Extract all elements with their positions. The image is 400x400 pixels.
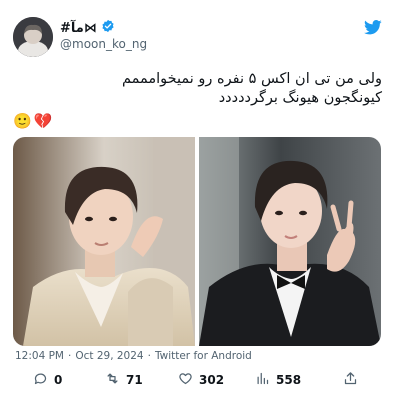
like-button[interactable]: 302: [178, 371, 224, 389]
tweet-text: ولی من تی ان اکس ۵ نفره رو نمیخوامممم کی…: [16, 70, 382, 108]
emoji-row: 🙂 💔: [13, 112, 52, 130]
avatar[interactable]: [13, 17, 53, 57]
display-name-text: #مآ⋈: [60, 20, 97, 36]
views-button[interactable]: 558: [255, 371, 301, 389]
retweet-button[interactable]: 71: [105, 371, 143, 389]
broken-heart-emoji: 💔: [33, 112, 53, 130]
tweet-source[interactable]: Twitter for Android: [155, 350, 252, 362]
separator: ·: [68, 350, 72, 362]
display-name[interactable]: #مآ⋈: [60, 19, 115, 37]
user-handle[interactable]: @moon_ko_ng: [60, 37, 147, 51]
retweet-count: 71: [126, 373, 143, 387]
views-count: 558: [276, 373, 302, 387]
like-count: 302: [199, 373, 225, 387]
photo-1[interactable]: [13, 137, 195, 346]
reply-count: 0: [54, 373, 63, 387]
slightly-smiling-face-emoji: 🙂: [13, 112, 32, 130]
views-chart-icon: [255, 371, 270, 389]
tweet-text-line: ولی من تی ان اکس ۵ نفره رو نمیخوامممم: [121, 71, 382, 87]
reply-button[interactable]: 0: [33, 371, 62, 389]
share-button[interactable]: [343, 371, 358, 389]
tweet-date[interactable]: Oct 29, 2024: [75, 350, 143, 362]
retweet-icon: [105, 371, 120, 389]
tweet-text-line: کیونگجون هیونگ برگرددددد: [218, 90, 382, 106]
verified-badge-icon: [101, 19, 115, 37]
share-icon: [343, 371, 358, 389]
tweet-card: #مآ⋈ @moon_ko_ng ولی من تی ان اکس ۵ نفره…: [0, 0, 400, 400]
twitter-bird-icon[interactable]: [364, 20, 382, 35]
media-grid: [13, 137, 381, 346]
tweet-meta: 12:04 PM · Oct 29, 2024 · Twitter for An…: [15, 350, 252, 362]
heart-icon: [178, 371, 193, 389]
reply-icon: [33, 371, 48, 389]
separator: ·: [147, 350, 151, 362]
action-bar: 0 71 302 558: [0, 371, 400, 391]
tweet-time[interactable]: 12:04 PM: [15, 350, 64, 362]
photo-2[interactable]: [199, 137, 381, 346]
